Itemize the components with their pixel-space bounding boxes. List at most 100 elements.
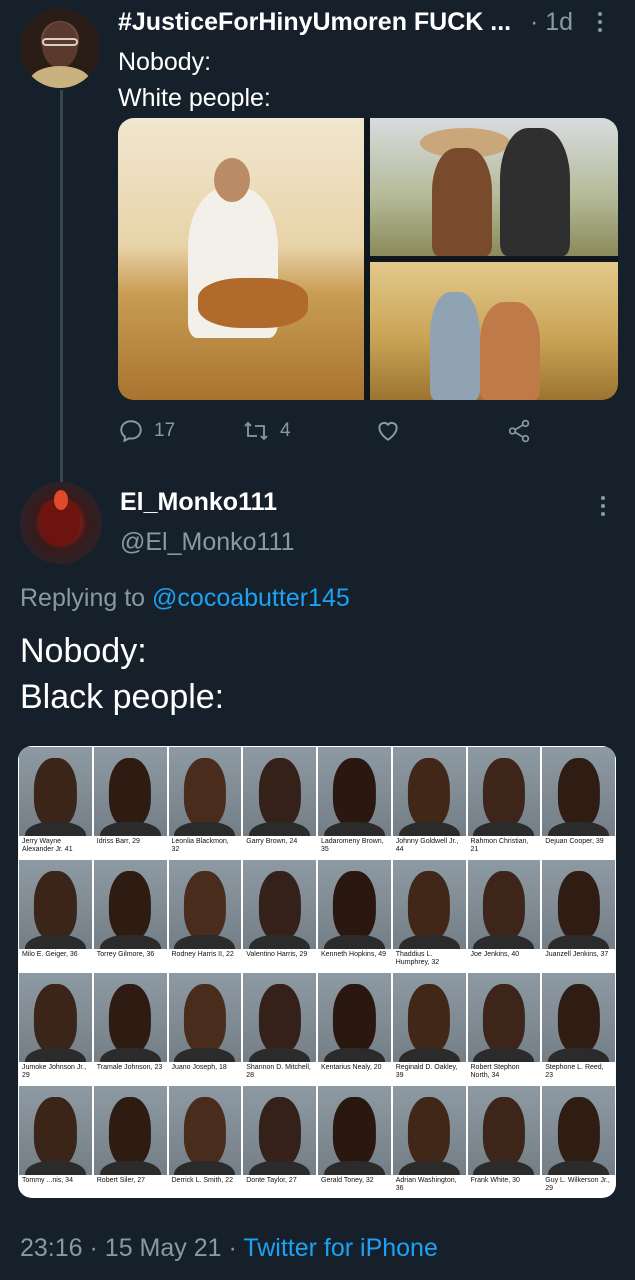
time-separator: ·: [530, 8, 539, 36]
mugshot-caption: Torrey Gilmore, 36: [93, 949, 167, 971]
mugshot-face: [183, 984, 226, 1053]
mugshot-cell: Kenneth Hopkins, 49: [318, 860, 391, 971]
mugshot-cell: Joe Jenkins, 40: [467, 860, 541, 971]
parent-action-bar: 17 4: [118, 418, 618, 446]
mugshot-cell: Robert Siler, 27: [93, 1086, 167, 1197]
mugshot-caption: Rodney Harris II, 22: [168, 949, 242, 971]
photo-guitarist[interactable]: [118, 118, 364, 400]
figure-man: [430, 292, 480, 400]
mugshot-cell: Johnny Goldwell Jr., 44: [392, 747, 466, 858]
mugshot-caption: Tommy ...nis, 34: [19, 1175, 92, 1197]
mugshot-caption: Stephone L. Reed, 23: [542, 1062, 615, 1084]
photo-two-women[interactable]: [370, 118, 618, 256]
mugshot-cell: Tramale Johnson, 23: [93, 973, 167, 1084]
share-button[interactable]: [506, 418, 532, 444]
mugshot-cell: Gerald Toney, 32: [318, 1086, 391, 1197]
mugshot-caption: Gerald Toney, 32: [318, 1175, 391, 1197]
mugshot-face: [557, 984, 600, 1053]
parent-media-grid[interactable]: [118, 118, 618, 400]
reply-avatar[interactable]: [20, 482, 102, 564]
heart-icon: [378, 421, 398, 441]
mugshot-cell: Milo E. Geiger, 36: [19, 860, 92, 971]
mugshot-face: [408, 871, 451, 940]
replying-prefix: Replying to: [20, 584, 146, 612]
parent-avatar[interactable]: [20, 8, 100, 88]
mugshot-face: [183, 1097, 226, 1166]
mugshot-cell: Thaddius L. Humphrey, 32: [392, 860, 466, 971]
mugshot-cell: Ladaromeny Brown, 35: [318, 747, 391, 858]
mugshot-cell: Torrey Gilmore, 36: [93, 860, 167, 971]
replying-to-link[interactable]: @cocoabutter145: [152, 584, 350, 612]
mugshot-face: [408, 758, 451, 827]
tweet-line: Nobody:: [118, 48, 212, 76]
reply-display-name[interactable]: El_Monko111: [120, 488, 277, 517]
mugshot-face: [258, 1097, 301, 1166]
retweet-button[interactable]: 4: [242, 418, 291, 444]
like-button[interactable]: [374, 418, 402, 444]
mugshot-caption: Jerry Wayne Alexander Jr. 41: [19, 836, 92, 858]
footer-date: 15 May 21: [104, 1234, 222, 1262]
mugshot-face: [557, 871, 600, 940]
mugshot-face: [482, 984, 525, 1053]
mugshot-caption: Kenneth Hopkins, 49: [318, 949, 391, 971]
tweet-line: Nobody:: [20, 632, 147, 670]
mugshot-cell: Valentino Harris, 29: [243, 860, 316, 971]
mugshot-cell: Shannon D. Mitchell, 28: [243, 973, 316, 1084]
more-options-icon[interactable]: [598, 12, 602, 36]
time-value: 1d: [545, 8, 574, 36]
retweet-icon: [244, 421, 268, 441]
mugshot-face: [333, 758, 376, 827]
mugshot-caption: Milo E. Geiger, 36: [19, 949, 92, 971]
photo-family[interactable]: [370, 262, 618, 400]
avatar-shirt: [30, 66, 90, 88]
footer-source-link[interactable]: Twitter for iPhone: [243, 1234, 438, 1262]
mugshot-face: [34, 984, 77, 1053]
mugshot-caption: Dejuan Cooper, 39: [542, 836, 615, 858]
tweet-line: White people:: [118, 84, 271, 112]
mugshot-caption: Ladaromeny Brown, 35: [318, 836, 391, 858]
mugshot-face: [109, 1097, 152, 1166]
figure-right: [500, 128, 570, 256]
reply-handle[interactable]: @El_Monko111: [120, 528, 295, 557]
mugshot-cell: Leonlia Blackmon, 32: [168, 747, 242, 858]
mugshot-cell: Frank White, 30: [467, 1086, 541, 1197]
more-options-icon[interactable]: [601, 496, 605, 520]
mugshot-caption: Guy L. Wilkerson Jr., 29: [542, 1175, 615, 1197]
reply-media-mugshots[interactable]: Jerry Wayne Alexander Jr. 41 Idriss Barr,…: [18, 746, 616, 1198]
footer-separator: ·: [89, 1234, 98, 1262]
mugshot-cell: Juano Joseph, 18: [168, 973, 242, 1084]
mugshot-caption: Leonlia Blackmon, 32: [168, 836, 242, 858]
tweet-footer: 23:16 · 15 May 21 · Twitter for iPhone: [20, 1234, 438, 1263]
mugshot-caption: Valentino Harris, 29: [243, 949, 316, 971]
figure-left: [432, 148, 492, 256]
mugshot-caption: Thaddius L. Humphrey, 32: [392, 949, 466, 971]
mugshot-cell: Robert Stephon North, 34: [467, 973, 541, 1084]
mugshot-face: [258, 758, 301, 827]
reply-button[interactable]: 17: [118, 418, 175, 444]
mugshot-cell: Dejuan Cooper, 39: [542, 747, 615, 858]
mugshot-caption: Joe Jenkins, 40: [467, 949, 541, 971]
mugshot-face: [557, 1097, 600, 1166]
mugshot-face: [109, 984, 152, 1053]
mugshot-face: [408, 984, 451, 1053]
mugshot-caption: Tramale Johnson, 23: [93, 1062, 167, 1084]
reply-count: 17: [154, 420, 176, 441]
parent-header: #JusticeForHinyUmoren FUCK ... · 1d: [118, 8, 618, 38]
mugshot-caption: Robert Stephon North, 34: [467, 1062, 541, 1084]
parent-timestamp[interactable]: · 1d: [530, 8, 573, 37]
mugshot-caption: Garry Brown, 24: [243, 836, 316, 858]
mugshot-caption: Juanzell Jenkins, 37: [542, 949, 615, 971]
mugshot-face: [34, 758, 77, 827]
mugshot-caption: Frank White, 30: [467, 1175, 541, 1197]
mugshot-cell: Reginald D. Oakley, 39: [392, 973, 466, 1084]
mugshot-cell: Tommy ...nis, 34: [19, 1086, 92, 1197]
parent-display-name[interactable]: #JusticeForHinyUmoren FUCK ...: [118, 8, 518, 37]
footer-separator: ·: [228, 1234, 237, 1262]
mugshot-caption: Derrick L. Smith, 22: [168, 1175, 242, 1197]
mugshot-cell: Adrian Washington, 36: [392, 1086, 466, 1197]
share-icon: [508, 419, 530, 443]
mugshot-caption: Reginald D. Oakley, 39: [392, 1062, 466, 1084]
mugshot-face: [258, 984, 301, 1053]
mugshot-caption: Donte Taylor, 27: [243, 1175, 316, 1197]
mugshot-cell: Jerry Wayne Alexander Jr. 41: [19, 747, 92, 858]
